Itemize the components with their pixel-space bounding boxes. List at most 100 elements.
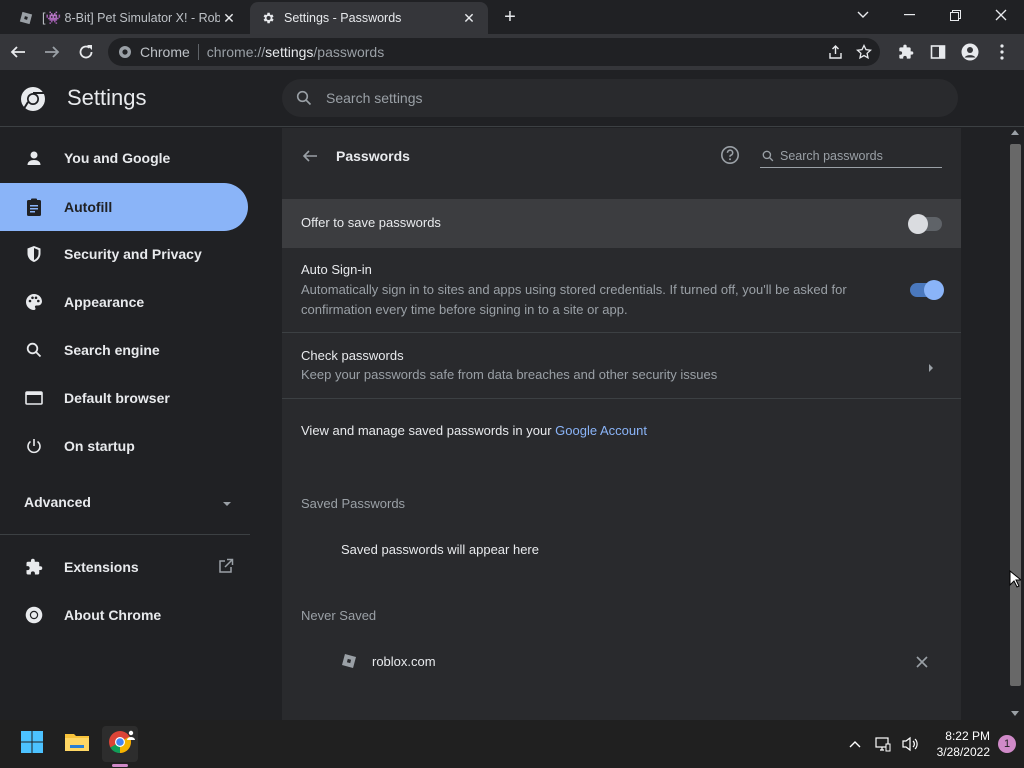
sidebar-item-label: Default browser bbox=[64, 390, 170, 406]
site-label: Chrome bbox=[140, 44, 190, 60]
side-panel-icon[interactable] bbox=[922, 36, 954, 68]
passwords-header: Passwords Search passwords bbox=[282, 128, 961, 184]
browser-toolbar: Chrome chrome://settings/passwords bbox=[0, 34, 1024, 70]
profile-avatar-icon[interactable] bbox=[954, 36, 986, 68]
chevron-up-icon[interactable] bbox=[843, 732, 867, 756]
saved-passwords-empty-text: Saved passwords will appear here bbox=[341, 542, 539, 557]
password-search-input[interactable]: Search passwords bbox=[760, 144, 942, 168]
sidebar-item-autofill[interactable]: Autofill bbox=[0, 183, 248, 231]
clock-time: 8:22 PM bbox=[945, 729, 990, 743]
active-app-indicator bbox=[112, 764, 128, 767]
caret-down-icon bbox=[222, 494, 232, 510]
page-title: Passwords bbox=[336, 148, 410, 164]
chrome-logo-icon bbox=[24, 605, 44, 625]
search-placeholder: Search settings bbox=[326, 90, 423, 106]
windows-logo-icon bbox=[20, 730, 44, 759]
restore-button[interactable] bbox=[932, 0, 978, 30]
sidebar-item-label: Appearance bbox=[64, 294, 145, 310]
system-tray: 8:22 PM 3/28/2022 1 bbox=[843, 720, 1016, 768]
sidebar-item-label: Search engine bbox=[64, 342, 160, 358]
sidebar-item-search-engine[interactable]: Search engine bbox=[0, 326, 248, 374]
tab-search-icon[interactable] bbox=[840, 0, 886, 30]
chrome-site-icon bbox=[118, 45, 132, 59]
sidebar-item-about-chrome[interactable]: About Chrome bbox=[0, 591, 248, 639]
share-icon[interactable] bbox=[826, 42, 846, 62]
close-window-button[interactable] bbox=[978, 0, 1024, 30]
bookmark-star-icon[interactable] bbox=[854, 42, 874, 62]
offer-to-save-label: Offer to save passwords bbox=[301, 215, 441, 230]
sidebar-item-label: About Chrome bbox=[64, 607, 162, 623]
scrollbar-thumb[interactable] bbox=[1010, 144, 1021, 686]
manage-passwords-row: View and manage saved passwords in your … bbox=[282, 398, 961, 468]
search-placeholder: Search passwords bbox=[780, 148, 883, 163]
volume-icon[interactable] bbox=[899, 732, 923, 756]
help-icon[interactable] bbox=[720, 145, 742, 167]
forward-button[interactable] bbox=[36, 36, 68, 68]
sidebar-item-label: Extensions bbox=[64, 559, 139, 575]
back-arrow-icon[interactable] bbox=[300, 146, 320, 166]
offer-to-save-toggle[interactable] bbox=[908, 214, 942, 234]
never-saved-heading: Never Saved bbox=[301, 608, 377, 623]
chevron-right-icon bbox=[928, 360, 934, 378]
browser-icon bbox=[24, 388, 44, 408]
sidebar-item-default-browser[interactable]: Default browser bbox=[0, 374, 248, 422]
sidebar-item-security[interactable]: Security and Privacy bbox=[0, 230, 248, 278]
notification-badge[interactable]: 1 bbox=[998, 735, 1016, 753]
settings-search-input[interactable]: Search settings bbox=[282, 79, 958, 117]
menu-kebab-icon[interactable] bbox=[986, 36, 1018, 68]
settings-header: Settings Search settings bbox=[0, 70, 1024, 127]
sidebar-item-appearance[interactable]: Appearance bbox=[0, 278, 248, 326]
advanced-label: Advanced bbox=[24, 494, 91, 510]
network-icon[interactable] bbox=[871, 732, 895, 756]
sidebar-item-label: Autofill bbox=[64, 199, 113, 215]
google-account-link[interactable]: Google Account bbox=[555, 423, 647, 438]
minimize-button[interactable] bbox=[886, 0, 932, 30]
settings-sidebar: You and Google Autofill Security and Pri… bbox=[0, 128, 262, 720]
sidebar-item-you-and-google[interactable]: You and Google bbox=[0, 134, 248, 182]
auto-signin-toggle[interactable] bbox=[910, 280, 944, 300]
search-icon bbox=[24, 340, 44, 360]
tab-settings[interactable]: Settings - Passwords ✕ bbox=[250, 2, 488, 34]
remove-icon[interactable] bbox=[916, 655, 928, 673]
clock[interactable]: 8:22 PM 3/28/2022 bbox=[937, 728, 990, 760]
manage-text: View and manage saved passwords in your … bbox=[301, 423, 647, 438]
tab-title: Settings - Passwords bbox=[284, 11, 402, 25]
tab-roblox[interactable]: [👾 8-Bit] Pet Simulator X! - Roblox ✕ bbox=[8, 2, 248, 34]
search-icon bbox=[762, 150, 774, 162]
chrome-logo-icon bbox=[20, 86, 46, 112]
chrome-taskbar-button[interactable] bbox=[102, 726, 138, 762]
check-passwords-row[interactable]: Check passwords Keep your passwords safe… bbox=[282, 332, 961, 398]
settings-title: Settings bbox=[67, 85, 147, 110]
offer-to-save-row[interactable]: Offer to save passwords bbox=[282, 199, 961, 248]
sidebar-item-label: You and Google bbox=[64, 150, 171, 166]
sidebar-item-extensions[interactable]: Extensions bbox=[0, 543, 248, 591]
page-scrollbar[interactable] bbox=[1007, 128, 1024, 720]
close-tab-icon[interactable]: ✕ bbox=[220, 9, 238, 27]
sidebar-item-on-startup[interactable]: On startup bbox=[0, 422, 248, 470]
file-explorer-button[interactable] bbox=[59, 726, 95, 762]
window-controls bbox=[840, 0, 1024, 30]
check-passwords-description: Keep your passwords safe from data breac… bbox=[301, 367, 718, 382]
extensions-puzzle-icon[interactable] bbox=[890, 36, 922, 68]
power-icon bbox=[24, 436, 44, 456]
sidebar-divider bbox=[0, 534, 250, 535]
close-tab-icon[interactable]: ✕ bbox=[460, 9, 478, 27]
check-passwords-label: Check passwords bbox=[301, 348, 404, 363]
scroll-up-arrow-icon[interactable] bbox=[1011, 130, 1019, 135]
folder-icon bbox=[64, 731, 90, 758]
back-button[interactable] bbox=[2, 36, 34, 68]
start-button[interactable] bbox=[14, 726, 50, 762]
url-text: chrome://settings/passwords bbox=[206, 44, 385, 60]
clock-date: 3/28/2022 bbox=[936, 745, 990, 759]
auto-signin-label: Auto Sign-in bbox=[301, 262, 372, 277]
puzzle-icon bbox=[24, 557, 44, 577]
never-saved-site: roblox.com bbox=[372, 654, 436, 669]
sidebar-advanced-toggle[interactable]: Advanced bbox=[24, 488, 232, 516]
reload-button[interactable] bbox=[70, 36, 102, 68]
shield-icon bbox=[24, 244, 44, 264]
address-bar[interactable]: Chrome chrome://settings/passwords bbox=[108, 38, 880, 66]
roblox-icon bbox=[18, 10, 34, 26]
new-tab-button[interactable]: + bbox=[498, 6, 522, 30]
mouse-cursor-icon bbox=[1009, 569, 1023, 593]
scroll-down-arrow-icon[interactable] bbox=[1011, 711, 1019, 716]
